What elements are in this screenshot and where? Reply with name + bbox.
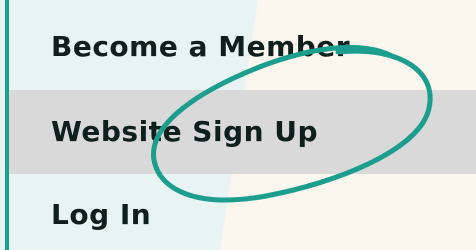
menu-item-website-sign-up[interactable]: Website Sign Up — [9, 90, 476, 174]
nav-menu: Become a Member Website Sign Up Log In — [9, 0, 476, 250]
menu-screenshot: Become a Member Website Sign Up Log In — [0, 0, 476, 250]
menu-item-become-a-member[interactable]: Become a Member — [9, 22, 476, 72]
menu-item-log-in[interactable]: Log In — [9, 190, 476, 240]
